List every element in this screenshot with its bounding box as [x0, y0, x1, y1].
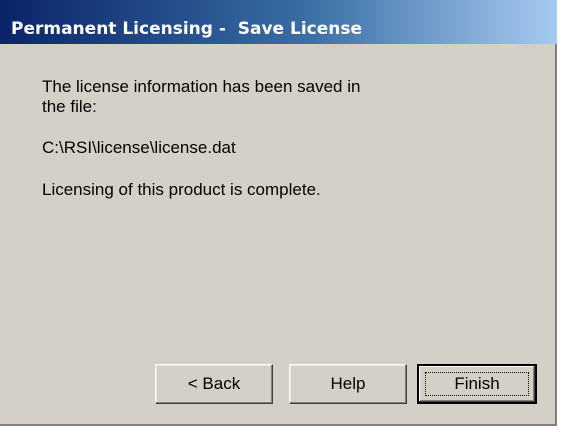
- window-title: Permanent Licensing - Save License: [11, 19, 362, 39]
- focus-indicator: Finish: [425, 372, 529, 396]
- help-button-label: Help: [330, 374, 366, 393]
- completion-message: Licensing of this product is complete.: [42, 180, 321, 199]
- license-file-path: C:\RSI\license\license.dat: [42, 138, 236, 157]
- finish-button[interactable]: Finish: [417, 364, 537, 404]
- finish-button-label: Finish: [454, 374, 500, 393]
- title-bar: Permanent Licensing - Save License: [0, 0, 557, 44]
- license-dialog: Permanent Licensing - Save License The l…: [0, 0, 557, 426]
- saved-message: The license information has been saved i…: [42, 77, 361, 116]
- back-button[interactable]: < Back: [155, 364, 273, 404]
- back-button-label: < Back: [187, 374, 241, 393]
- help-button[interactable]: Help: [289, 364, 407, 404]
